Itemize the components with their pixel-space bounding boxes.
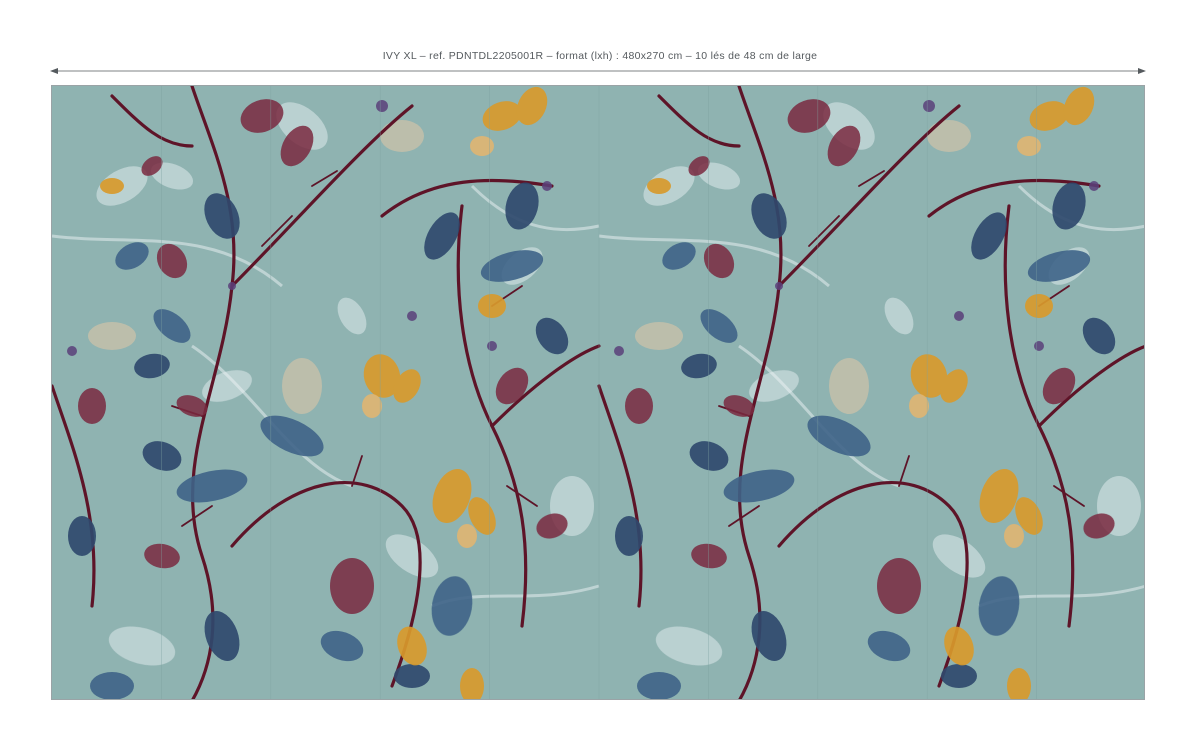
ivy-pattern-artwork (52, 86, 1144, 699)
spec-caption: IVY XL – ref. PDNTDL2205001R – format (l… (382, 50, 818, 62)
width-dimension-arrow (50, 68, 1146, 74)
wallpaper-panel (51, 85, 1145, 700)
